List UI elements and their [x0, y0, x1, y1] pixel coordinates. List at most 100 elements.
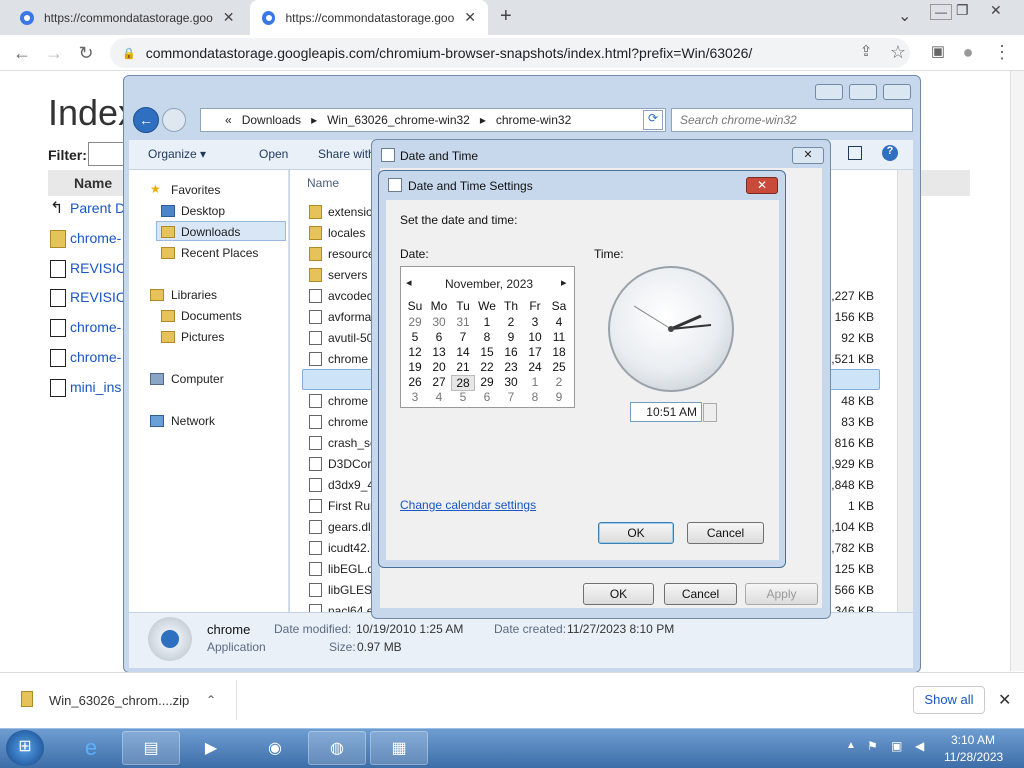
calendar-day[interactable]: 16	[499, 345, 523, 359]
taskbar-time[interactable]: 3:10 AM	[951, 733, 995, 747]
nav-recent-places[interactable]: Recent Places	[181, 246, 258, 260]
chevron-up-icon[interactable]: ⌃	[206, 693, 216, 707]
close-button[interactable]: ✕	[746, 177, 778, 194]
page-scrollbar[interactable]	[1010, 71, 1024, 671]
nav-pictures[interactable]: Pictures	[181, 330, 224, 344]
filter-input[interactable]	[88, 142, 124, 166]
breadcrumb-item[interactable]: Downloads	[242, 113, 301, 127]
calendar-day[interactable]: 31	[451, 315, 475, 329]
calendar-day[interactable]: 18	[547, 345, 571, 359]
nav-libraries[interactable]: Libraries	[171, 288, 217, 302]
calendar-day[interactable]: 8	[523, 390, 547, 404]
nav-network[interactable]: Network	[171, 414, 215, 428]
file-name[interactable]: First Run	[328, 499, 377, 513]
calendar-day[interactable]: 3	[523, 315, 547, 329]
calendar-day[interactable]: 5	[403, 330, 427, 344]
chrome-window-icon[interactable]: ◍	[308, 731, 366, 765]
explorer-address-bar[interactable]: « Downloads ▸ Win_63026_chrome-win32 ▸ c…	[200, 108, 666, 132]
calendar-day[interactable]: 26	[403, 375, 427, 389]
file-name[interactable]: icudt42.	[328, 541, 370, 555]
file-explorer-icon[interactable]: ▤	[122, 731, 180, 765]
page-link[interactable]: REVISIC	[70, 289, 126, 305]
tab-1[interactable]: https://commondatastorage.goo ✕	[8, 0, 248, 35]
tray-chevron-icon[interactable]: ▲	[846, 740, 856, 751]
back-icon[interactable]: ←	[133, 107, 159, 133]
calendar-day[interactable]: 2	[499, 315, 523, 329]
calendar-day[interactable]: 29	[403, 315, 427, 329]
page-link[interactable]: chrome-	[70, 230, 121, 246]
calendar-day[interactable]: 1	[523, 375, 547, 389]
minimize-button[interactable]: —	[930, 4, 952, 20]
calendar-day[interactable]: 12	[403, 345, 427, 359]
prev-month-icon[interactable]: ◂	[406, 276, 412, 289]
tab-2[interactable]: https://commondatastorage.goo ✕	[250, 0, 488, 35]
organize-button[interactable]: Organize ▾	[148, 147, 206, 161]
file-name[interactable]: avutil-50	[328, 331, 373, 345]
calendar-day[interactable]: 6	[475, 390, 499, 404]
file-name[interactable]: chrome	[328, 394, 368, 408]
file-name[interactable]: d3dx9_4	[328, 478, 374, 492]
change-calendar-settings-link[interactable]: Change calendar settings	[400, 498, 536, 512]
calendar-day[interactable]: 13	[427, 345, 451, 359]
nav-downloads[interactable]: Downloads	[181, 225, 240, 239]
calendar-day[interactable]: 11	[547, 330, 571, 344]
chrome-icon[interactable]: ◉	[246, 731, 304, 765]
calendar-day[interactable]: 30	[427, 315, 451, 329]
file-name[interactable]: crash_se	[328, 436, 377, 450]
cancel-button[interactable]: Cancel	[687, 522, 764, 544]
file-name[interactable]: gears.dl	[328, 520, 371, 534]
calendar-day[interactable]: 9	[499, 330, 523, 344]
breadcrumb-item[interactable]: chrome-win32	[496, 113, 571, 127]
back-icon[interactable]: ←	[12, 43, 32, 64]
show-all-button[interactable]: Show all	[913, 686, 985, 714]
page-link[interactable]: Parent D	[70, 200, 125, 216]
side-panel-icon[interactable]: ▣	[928, 42, 948, 60]
file-name[interactable]: servers	[328, 268, 367, 282]
calendar-day[interactable]: 1	[475, 315, 499, 329]
taskbar-date[interactable]: 11/28/2023	[944, 750, 1003, 764]
star-icon[interactable]: ☆	[888, 42, 908, 63]
new-tab-button[interactable]: +	[500, 5, 512, 28]
menu-icon[interactable]: ⋮	[992, 42, 1012, 63]
calendar-day[interactable]: 21	[451, 360, 475, 374]
calendar-day[interactable]: 7	[499, 390, 523, 404]
calendar-day[interactable]: 5	[451, 390, 475, 404]
file-name[interactable]: locales	[328, 226, 365, 240]
nav-computer[interactable]: Computer	[171, 372, 224, 386]
download-item[interactable]: Win_63026_chrom....zip	[49, 693, 189, 708]
breadcrumb-overflow[interactable]: «	[225, 113, 232, 127]
file-name[interactable]: libEGL.d	[328, 562, 374, 576]
start-button[interactable]: ⊞	[6, 730, 44, 766]
explorer-minimize-button[interactable]	[815, 84, 843, 100]
forward-icon[interactable]: →	[44, 43, 64, 64]
calendar-day[interactable]: 15	[475, 345, 499, 359]
close-icon[interactable]: ✕	[792, 147, 824, 164]
page-link[interactable]: chrome-	[70, 319, 121, 335]
time-input[interactable]: 10:51 AM	[630, 402, 702, 422]
restore-button[interactable]: ❐	[956, 2, 969, 19]
calendar-day[interactable]: 29	[475, 375, 499, 389]
breadcrumb-item[interactable]: Win_63026_chrome-win32	[327, 113, 470, 127]
close-icon[interactable]: ✕	[223, 9, 235, 26]
tray-network-icon[interactable]: ▣	[891, 739, 902, 753]
calendar-day[interactable]: 17	[523, 345, 547, 359]
page-link[interactable]: mini_ins	[70, 379, 121, 395]
profile-icon[interactable]: ●	[958, 42, 978, 63]
next-month-icon[interactable]: ▸	[561, 276, 567, 289]
page-link[interactable]: REVISIC	[70, 260, 126, 276]
file-name[interactable]: D3DCor	[328, 457, 371, 471]
file-name[interactable]: avcodec	[328, 289, 373, 303]
refresh-icon[interactable]: ⟳	[643, 110, 663, 130]
calendar-day[interactable]: 2	[547, 375, 571, 389]
calendar-day[interactable]: 4	[547, 315, 571, 329]
file-name[interactable]: chrome	[328, 352, 368, 366]
time-spinner[interactable]	[703, 403, 717, 422]
calendar-day[interactable]: 30	[499, 375, 523, 389]
calendar-month[interactable]: November, 2023	[445, 277, 533, 291]
open-button[interactable]: Open	[259, 147, 288, 161]
calendar-day[interactable]: 7	[451, 330, 475, 344]
address-bar[interactable]: 🔒 commondatastorage.googleapis.com/chrom…	[110, 38, 910, 68]
ok-button[interactable]: OK	[583, 583, 654, 605]
preview-pane-icon[interactable]	[848, 146, 862, 160]
explorer-maximize-button[interactable]	[849, 84, 877, 100]
